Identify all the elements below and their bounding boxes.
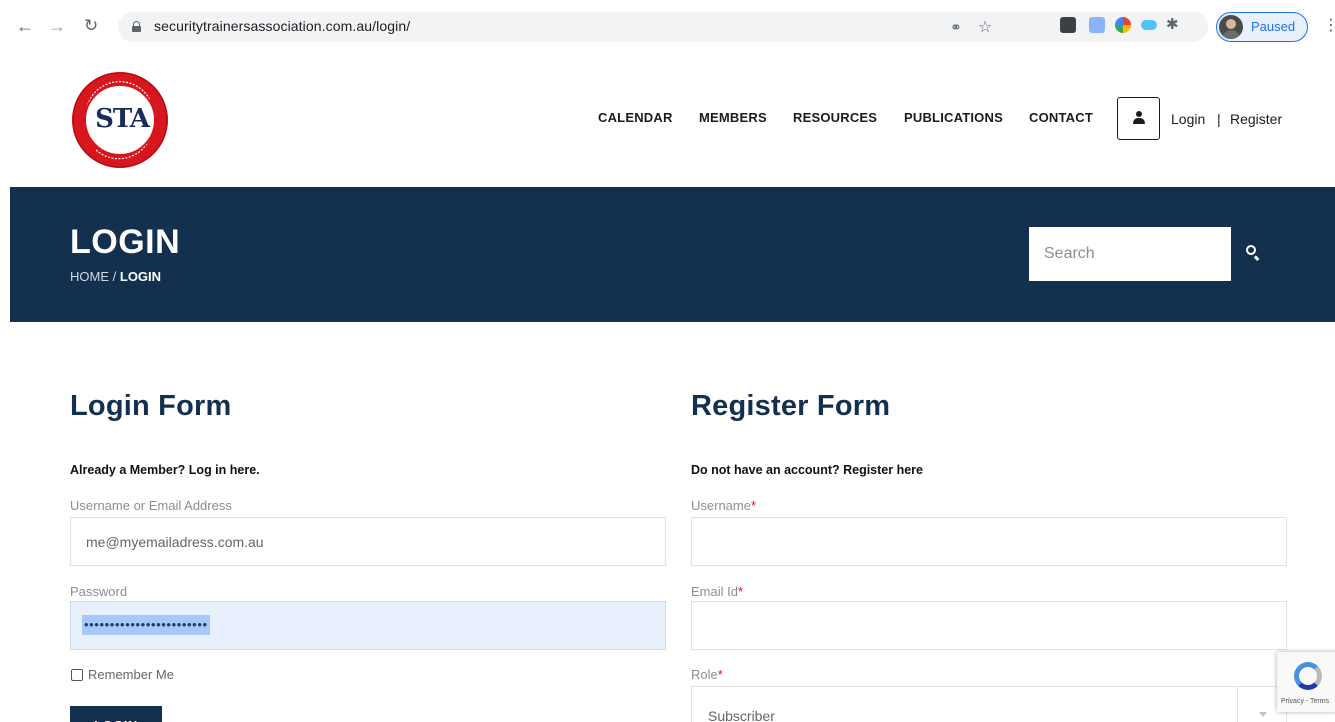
register-link[interactable]: Register xyxy=(1230,111,1282,127)
code-extension-icon[interactable] xyxy=(1089,17,1105,33)
search-input[interactable] xyxy=(1029,227,1231,281)
address-bar[interactable]: securitytrainersassociation.com.au/login… xyxy=(118,12,1208,42)
site-logo[interactable]: STA xyxy=(72,72,168,168)
register-username-input[interactable] xyxy=(691,517,1287,566)
key-icon[interactable]: ⚭ xyxy=(950,19,962,36)
browser-toolbar: ← → ↻ securitytrainersassociation.com.au… xyxy=(0,0,1335,52)
role-selected-value: Subscriber xyxy=(708,708,775,722)
login-password-label: Password xyxy=(70,584,128,599)
account-button[interactable] xyxy=(1117,97,1160,140)
reload-icon[interactable]: ↻ xyxy=(84,16,98,36)
chevron-down-icon[interactable] xyxy=(1259,712,1267,717)
register-email-input[interactable] xyxy=(691,601,1287,650)
user-icon xyxy=(1133,111,1145,125)
login-form-subtitle: Already a Member? Log in here. xyxy=(70,463,260,477)
cloud-extension-icon[interactable] xyxy=(1141,20,1157,30)
logo-text: STA xyxy=(95,104,150,134)
login-submit-button[interactable]: LOGIN xyxy=(70,706,162,722)
address-url[interactable]: securitytrainersassociation.com.au/login… xyxy=(154,18,410,34)
breadcrumb-home[interactable]: HOME xyxy=(70,269,109,284)
login-username-label: Username or Email Address xyxy=(70,498,232,513)
nav-members[interactable]: MEMBERS xyxy=(699,110,767,125)
password-selected-text: •••••••••••••••••••••••• xyxy=(82,615,210,635)
login-link[interactable]: Login xyxy=(1171,111,1205,127)
recaptcha-privacy-terms[interactable]: Privacy - Terms xyxy=(1281,698,1329,705)
nav-publications[interactable]: PUBLICATIONS xyxy=(904,110,1003,125)
profile-button[interactable]: Paused xyxy=(1216,12,1308,42)
arrow-left-icon[interactable]: ← xyxy=(16,16,34,36)
remember-me-label[interactable]: Remember Me xyxy=(88,667,174,682)
required-mark: * xyxy=(717,667,723,682)
extension-icon[interactable] xyxy=(1060,17,1076,33)
nav-calendar[interactable]: CALENDAR xyxy=(598,110,673,125)
nav-resources[interactable]: RESOURCES xyxy=(793,110,877,125)
required-mark: * xyxy=(737,584,744,599)
page-title: LOGIN xyxy=(70,223,181,261)
recaptcha-badge[interactable]: Privacy - Terms xyxy=(1277,652,1335,712)
star-icon[interactable]: ☆ xyxy=(978,17,992,37)
breadcrumb: HOME / LOGIN xyxy=(70,269,161,284)
login-username-input[interactable] xyxy=(70,517,666,566)
register-form-subtitle: Do not have an account? Register here xyxy=(691,463,923,477)
role-select[interactable]: Subscriber xyxy=(691,686,1287,722)
register-username-label: Username* xyxy=(691,498,757,513)
breadcrumb-separator: / xyxy=(112,269,117,284)
lock-icon xyxy=(132,21,141,32)
color-extension-icon[interactable] xyxy=(1115,17,1131,33)
recaptcha-icon xyxy=(1294,662,1322,690)
register-role-label: Role* xyxy=(691,667,723,682)
profile-status: Paused xyxy=(1251,19,1296,34)
auth-separator: | xyxy=(1217,111,1221,127)
required-mark: * xyxy=(750,498,757,513)
login-form-title: Login Form xyxy=(70,390,232,422)
remember-me-checkbox[interactable] xyxy=(71,669,83,681)
arrow-right-icon[interactable]: → xyxy=(48,16,66,36)
menu-dots-icon[interactable]: ⋮ xyxy=(1323,15,1335,35)
page-banner: LOGIN HOME / LOGIN xyxy=(10,187,1335,322)
avatar xyxy=(1219,15,1243,39)
breadcrumb-current: LOGIN xyxy=(119,269,162,284)
register-email-label: Email Id* xyxy=(691,584,744,599)
nav-contact[interactable]: CONTACT xyxy=(1029,110,1093,125)
puzzle-icon[interactable]: ✱ xyxy=(1166,15,1179,33)
search-icon[interactable] xyxy=(1244,243,1264,263)
register-form-title: Register Form xyxy=(691,390,891,422)
